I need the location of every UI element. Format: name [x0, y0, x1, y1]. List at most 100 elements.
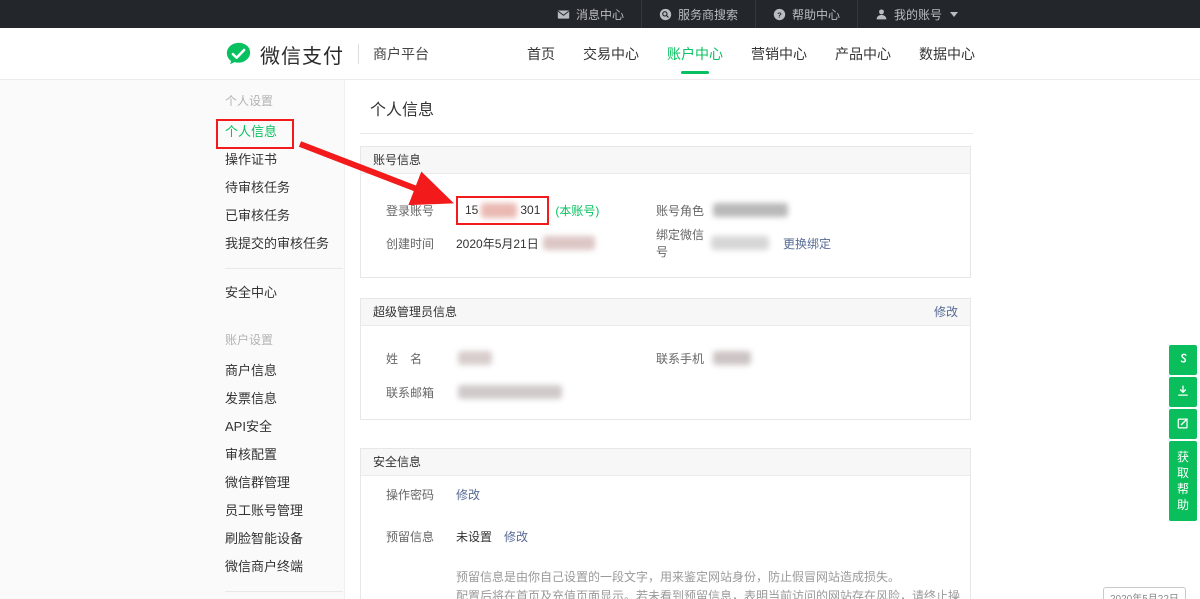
sidebar-item-label: 商户信息 [225, 363, 277, 378]
topbar-item-help-center[interactable]: ? 帮助中心 [755, 0, 857, 28]
sidebar-item-label: 审核配置 [225, 447, 277, 462]
reserved-info-label: 预留信息 [386, 528, 456, 545]
account-info-card-header: 账号信息 [361, 147, 970, 174]
sidebar-item[interactable]: 审核配置 [225, 441, 343, 469]
title-divider [360, 133, 973, 134]
nav-item-label: 首页 [527, 46, 555, 62]
change-binding-link[interactable]: 更换绑定 [783, 235, 831, 252]
login-account-prefix: 15 [465, 203, 478, 217]
topbar-item-my-account[interactable]: 我的账号 [857, 0, 975, 28]
sidebar: 个人设置 个人信息 操作证书 待审核任务 已审核任务 我提交的审核任务 安全中心… [0, 80, 345, 599]
sidebar-item-label: 操作证书 [225, 152, 277, 167]
sidebar-item-label: 个人信息 [225, 124, 277, 139]
sidebar-item[interactable]: 我提交的审核任务 [225, 230, 343, 258]
header: 微信支付 商户平台 首页 交易中心 账户中心 营销中心 产品中心 数据中心 [0, 28, 1200, 80]
sidebar-item[interactable]: 商户信息 [225, 357, 343, 385]
nav-item-label: 数据中心 [919, 46, 975, 62]
svg-text:?: ? [777, 10, 782, 19]
admin-phone-redacted [713, 351, 751, 365]
sidebar-item[interactable]: 微信群管理 [225, 469, 343, 497]
sidebar-item-label: 我提交的审核任务 [225, 236, 329, 251]
admin-phone-label: 联系手机 [656, 350, 711, 367]
search-icon [659, 8, 672, 21]
reserved-info-edit-link[interactable]: 修改 [504, 528, 528, 545]
login-account-redacted [481, 203, 517, 218]
sidebar-item-label: API安全 [225, 419, 272, 434]
reserved-info-description: 预留信息是由你自己设置的一段文字，用来鉴定网站身份，防止假冒网站造成损失。 配置… [456, 568, 970, 599]
op-password-edit-link[interactable]: 修改 [456, 486, 480, 503]
card-title: 安全信息 [373, 455, 421, 469]
card-title: 账号信息 [373, 153, 421, 167]
main-content: 个人信息 账号信息 登录账号 15 301 [345, 80, 1200, 599]
sidebar-item[interactable]: 刷脸智能设备 [225, 525, 343, 553]
sidebar-item-label: 刷脸智能设备 [225, 531, 303, 546]
hotline-button[interactable] [1169, 345, 1197, 375]
wechat-pay-merchant-portal: 消息中心 服务商搜索 ? 帮助中心 我的账号 [0, 0, 1200, 599]
nav-item[interactable]: 账户中心 [667, 28, 723, 80]
sidebar-item[interactable]: 个人信息 [225, 118, 343, 146]
topbar-item-label: 我的账号 [894, 6, 942, 23]
sidebar-item[interactable]: 待审核任务 [225, 174, 343, 202]
sidebar-item-label: 微信群管理 [225, 475, 290, 490]
sidebar-item[interactable]: 发票信息 [225, 385, 343, 413]
bound-wechat-label: 绑定微信号 [656, 226, 711, 260]
super-admin-card-header: 超级管理员信息 修改 [361, 299, 970, 326]
main-nav: 首页 交易中心 账户中心 营销中心 产品中心 数据中心 [499, 28, 975, 80]
account-role-label: 账号角色 [656, 202, 711, 219]
sidebar-item[interactable]: 账户设置 [225, 333, 343, 347]
feedback-button[interactable] [1169, 409, 1197, 439]
nav-item-label: 交易中心 [583, 46, 639, 62]
login-account-annotation-box: 15 301 [456, 196, 549, 225]
brand-subtitle: 商户平台 [373, 44, 429, 64]
sidebar-item-label: 微信商户终端 [225, 559, 303, 574]
login-account-label: 登录账号 [386, 202, 456, 219]
sidebar-item[interactable]: 安全中心 [225, 279, 343, 307]
super-admin-card: 超级管理员信息 修改 姓 名 联系手机 联系邮箱 [360, 298, 971, 420]
nav-item[interactable]: 数据中心 [919, 28, 975, 80]
security-info-card: 安全信息 操作密码 修改 预留信息 未设置 修改 [360, 448, 971, 599]
sidebar-item-label: 个人设置 [225, 94, 273, 108]
admin-email-redacted [458, 385, 562, 399]
sidebar-item-label: 安全中心 [225, 285, 277, 300]
sidebar-menu: 个人设置 个人信息 操作证书 待审核任务 已审核任务 我提交的审核任务 安全中心… [225, 80, 343, 599]
sidebar-item-label: 发票信息 [225, 391, 277, 406]
wechat-pay-logo-icon [225, 41, 252, 68]
topbar-item-label: 服务商搜索 [678, 6, 738, 23]
account-info-card: 账号信息 登录账号 15 301 (本账号) [360, 146, 971, 278]
sidebar-item[interactable]: API安全 [225, 413, 343, 441]
admin-edit-link[interactable]: 修改 [934, 299, 958, 326]
sidebar-item[interactable]: 已审核任务 [225, 202, 343, 230]
sidebar-item[interactable]: 操作证书 [225, 146, 343, 174]
get-help-button[interactable]: 获取帮助 [1169, 441, 1197, 521]
question-icon: ? [773, 8, 786, 21]
chevron-down-icon [950, 12, 958, 17]
sidebar-item[interactable]: 个人设置 [225, 94, 343, 108]
admin-name-label: 姓 名 [386, 350, 456, 367]
sidebar-item[interactable] [225, 591, 343, 592]
security-info-card-header: 安全信息 [361, 449, 970, 476]
brand[interactable]: 微信支付 商户平台 [225, 28, 429, 80]
download-icon [1176, 384, 1190, 401]
card-title: 超级管理员信息 [373, 305, 457, 319]
sidebar-item[interactable] [225, 268, 343, 269]
nav-item[interactable]: 营销中心 [751, 28, 807, 80]
sidebar-item-label: 账户设置 [225, 333, 273, 347]
admin-email-label: 联系邮箱 [386, 384, 456, 401]
nav-item[interactable]: 交易中心 [583, 28, 639, 80]
reserved-info-value: 未设置 [456, 528, 492, 545]
bound-wechat-redacted [711, 236, 769, 250]
sidebar-item[interactable]: 微信商户终端 [225, 553, 343, 581]
download-button[interactable] [1169, 377, 1197, 407]
topbar-item-provider-search[interactable]: 服务商搜索 [641, 0, 755, 28]
nav-item[interactable]: 产品中心 [835, 28, 891, 80]
envelope-icon [557, 8, 570, 21]
sidebar-item[interactable]: 员工账号管理 [225, 497, 343, 525]
admin-name-redacted [458, 351, 492, 365]
description-line: 配置后将在首页及充值页面显示。若未看到预留信息，表明当前访问的网站存在风险，请终… [456, 587, 970, 599]
nav-item[interactable]: 首页 [527, 28, 555, 80]
brand-name: 微信支付 [260, 40, 344, 69]
created-time-value: 2020年5月21日 [456, 235, 539, 252]
topbar-item-message-center[interactable]: 消息中心 [540, 0, 641, 28]
sidebar-item-label: 已审核任务 [225, 208, 290, 223]
topbar: 消息中心 服务商搜索 ? 帮助中心 我的账号 [0, 0, 1200, 28]
